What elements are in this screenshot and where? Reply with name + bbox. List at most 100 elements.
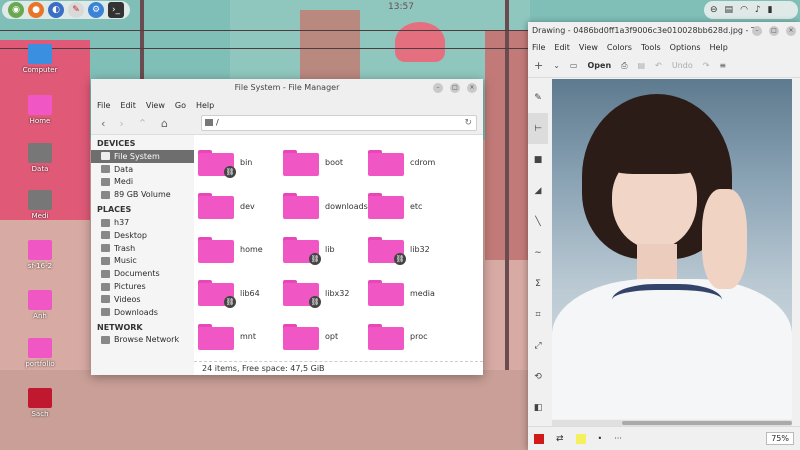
zoom-level[interactable]: 75% <box>766 432 794 445</box>
ruler-app-icon[interactable]: ✎ <box>68 2 84 18</box>
firefox-icon[interactable]: ● <box>28 2 44 18</box>
menu-file[interactable]: File <box>97 101 110 110</box>
line-tool-icon[interactable]: ⊢ <box>528 113 548 144</box>
menu-tools[interactable]: Tools <box>641 43 661 52</box>
rotate-tool-icon[interactable]: ⟲ <box>528 361 548 392</box>
battery-icon[interactable]: ▮ <box>768 5 773 15</box>
volume-icon[interactable]: ♪ <box>755 5 761 15</box>
folder-item[interactable]: ⛓ lib64 <box>198 272 283 316</box>
desktop-icon-data[interactable]: Data <box>10 143 70 173</box>
menu-edit[interactable]: Edit <box>120 101 136 110</box>
scrollbar-thumb[interactable] <box>622 421 792 425</box>
primary-color-swatch[interactable] <box>534 433 544 444</box>
sidebar-item-desktop[interactable]: Desktop <box>91 229 194 242</box>
pencil-tool-icon[interactable]: ✎ <box>528 82 548 113</box>
forward-icon[interactable]: › <box>119 117 123 130</box>
terminal-icon[interactable]: ›_ <box>108 2 124 18</box>
window-titlebar[interactable]: File System - File Manager – □ × <box>91 79 483 97</box>
location-bar[interactable]: / ↻ <box>201 115 477 131</box>
folder-item[interactable]: opt <box>283 315 368 359</box>
settings-icon[interactable]: ⚙ <box>88 2 104 18</box>
undo-icon[interactable]: ↶ <box>655 61 662 70</box>
close-button[interactable]: × <box>786 26 796 36</box>
undo-button[interactable]: Undo <box>672 61 693 70</box>
window-titlebar[interactable]: Drawing - 0486bd0ff1a3f9006c3e010028bb62… <box>528 22 800 40</box>
desktop-icon-file[interactable]: Sach <box>10 388 70 418</box>
text-tool-icon[interactable]: Σ <box>528 268 548 299</box>
exchange-colors-icon[interactable]: ⇄ <box>556 434 564 444</box>
sidebar-item-browse-network[interactable]: Browse Network <box>91 334 194 347</box>
sidebar-item-data[interactable]: Data <box>91 163 194 176</box>
desktop-icon-computer[interactable]: Computer <box>10 44 70 74</box>
desktop-icon-medi[interactable]: Medi <box>10 190 70 220</box>
sidebar-item-videos[interactable]: Videos <box>91 293 194 306</box>
drawing-canvas[interactable] <box>552 79 792 419</box>
chevron-down-icon[interactable]: ⌄ <box>553 61 560 70</box>
sidebar-item-volume[interactable]: 89 GB Volume <box>91 188 194 201</box>
desktop-icon-home[interactable]: Home <box>10 95 70 125</box>
folder-item[interactable]: ⛓ libx32 <box>283 272 368 316</box>
network-icon[interactable]: ◠ <box>740 5 748 15</box>
shape-tool-icon[interactable]: ◢ <box>528 175 548 206</box>
folder-item[interactable]: ⛓ lib32 <box>368 228 453 272</box>
folder-item[interactable]: boot <box>283 141 368 185</box>
folder-item[interactable]: ⛓ bin <box>198 141 283 185</box>
refresh-icon[interactable]: ↻ <box>464 116 472 130</box>
app-icon[interactable]: ◐ <box>48 2 64 18</box>
menu-view[interactable]: View <box>146 101 165 110</box>
clipboard-icon[interactable]: ▤ <box>638 61 646 70</box>
sidebar-item-medi[interactable]: Medi <box>91 176 194 189</box>
menu-edit[interactable]: Edit <box>554 43 570 52</box>
sidebar-item-pictures[interactable]: Pictures <box>91 280 194 293</box>
sidebar-item-music[interactable]: Music <box>91 255 194 268</box>
toggle-icon[interactable]: ⊖ <box>710 5 718 15</box>
sidebar-item-home[interactable]: h37 <box>91 216 194 229</box>
folder-item[interactable]: mnt <box>198 315 283 359</box>
close-button[interactable]: × <box>467 83 477 93</box>
folder-item[interactable]: proc <box>368 315 453 359</box>
folder-item[interactable]: dev <box>198 185 283 229</box>
clipboard-icon[interactable]: ▤ <box>725 5 734 15</box>
sidebar-item-trash[interactable]: Trash <box>91 242 194 255</box>
redo-icon[interactable]: ↷ <box>703 61 710 70</box>
minimize-button[interactable]: – <box>433 83 443 93</box>
home-icon[interactable]: ⌂ <box>161 117 168 130</box>
back-icon[interactable]: ‹ <box>101 117 105 130</box>
sidebar-item-documents[interactable]: Documents <box>91 267 194 280</box>
minimize-button[interactable]: – <box>752 26 762 36</box>
desktop-icon-folder[interactable]: portfolio <box>10 338 70 368</box>
folder-item[interactable]: media <box>368 272 453 316</box>
sidebar-item-file-system[interactable]: File System <box>91 150 194 163</box>
scale-tool-icon[interactable]: ⤢ <box>528 330 548 361</box>
straight-line-tool-icon[interactable]: ╲ <box>528 206 548 237</box>
folder-item[interactable]: home <box>198 228 283 272</box>
brush-size-icon[interactable]: • <box>598 434 603 443</box>
desktop-icon-folder[interactable]: Anh <box>10 290 70 320</box>
print-icon[interactable]: ⎙ <box>621 61 627 71</box>
desktop-icon-folder[interactable]: sf-16-2 <box>10 240 70 270</box>
maximize-button[interactable]: □ <box>450 83 460 93</box>
crop-tool-icon[interactable]: ⌗ <box>528 299 548 330</box>
sidebar-item-downloads[interactable]: Downloads <box>91 306 194 319</box>
folder-item[interactable]: etc <box>368 185 453 229</box>
filter-tool-icon[interactable]: ◧ <box>528 392 548 423</box>
menu-file[interactable]: File <box>532 43 545 52</box>
folder-item[interactable]: ⛓ lib <box>283 228 368 272</box>
menu-help[interactable]: Help <box>710 43 728 52</box>
new-button[interactable]: + <box>534 59 543 72</box>
menu-view[interactable]: View <box>579 43 598 52</box>
menu-help[interactable]: Help <box>196 101 214 110</box>
menu-colors[interactable]: Colors <box>607 43 632 52</box>
menu-icon[interactable]: ≡ <box>719 61 726 70</box>
maximize-button[interactable]: □ <box>769 26 779 36</box>
open-button[interactable]: Open <box>587 61 611 70</box>
folder-item[interactable]: cdrom <box>368 141 453 185</box>
more-options-icon[interactable]: ··· <box>614 434 622 443</box>
secondary-color-swatch[interactable] <box>575 433 586 444</box>
curve-tool-icon[interactable]: ∼ <box>528 237 548 268</box>
menu-go[interactable]: Go <box>175 101 186 110</box>
mint-menu-icon[interactable]: ◉ <box>8 2 24 18</box>
folder-item[interactable]: downloads <box>283 185 368 229</box>
up-icon[interactable]: ⌃ <box>138 117 147 130</box>
rectangle-tool-icon[interactable]: ■ <box>528 144 548 175</box>
